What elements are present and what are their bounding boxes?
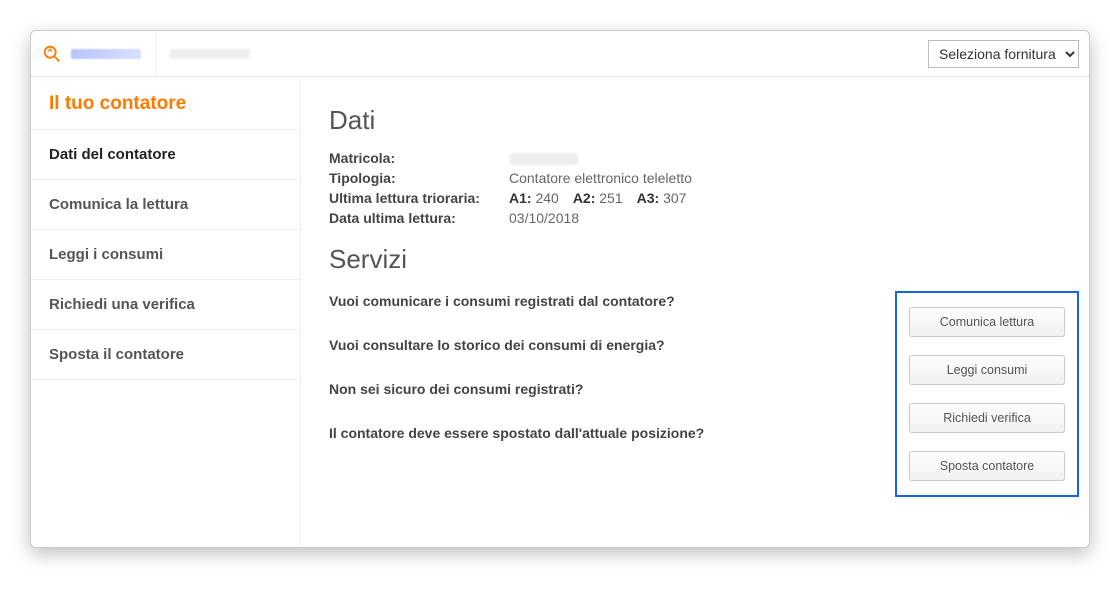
- a3-label: A3:: [637, 190, 660, 206]
- label-ultima-lettura: Ultima lettura trioraria:: [329, 190, 509, 206]
- a2-label: A2:: [573, 190, 596, 206]
- section-heading-dati: Dati: [329, 105, 1061, 136]
- a1-label: A1:: [509, 190, 532, 206]
- bulb-search-icon: [41, 43, 63, 65]
- comunica-lettura-button[interactable]: Comunica lettura: [909, 307, 1065, 337]
- label-data-ultima: Data ultima lettura:: [329, 210, 509, 226]
- sidebar-item-label: Sposta il contatore: [49, 346, 184, 363]
- sidebar-item-comunica-lettura[interactable]: Comunica la lettura: [31, 180, 300, 230]
- value-matricola: [509, 150, 1061, 166]
- supply-select[interactable]: Seleziona fornitura: [928, 40, 1079, 68]
- a2-value: 251: [599, 190, 622, 206]
- richiedi-verifica-button[interactable]: Richiedi verifica: [909, 403, 1065, 433]
- meter-data-grid: Matricola: Tipologia: Contatore elettron…: [329, 150, 1061, 226]
- logo-text-placeholder: [71, 49, 141, 59]
- sposta-contatore-button[interactable]: Sposta contatore: [909, 451, 1065, 481]
- matricola-placeholder: [509, 153, 579, 165]
- sidebar-item-label: Dati del contatore: [49, 146, 176, 163]
- topbar: Seleziona fornitura: [31, 31, 1089, 77]
- sidebar-item-dati-contatore[interactable]: Dati del contatore: [31, 130, 300, 180]
- sidebar: Il tuo contatore Dati del contatore Comu…: [31, 77, 301, 547]
- a3-value: 307: [663, 190, 686, 206]
- value-tipologia: Contatore elettronico teleletto: [509, 170, 1061, 186]
- app-window: Seleziona fornitura Il tuo contatore Dat…: [30, 30, 1090, 548]
- main-content: Dati Matricola: Tipologia: Contatore ele…: [301, 77, 1089, 547]
- sidebar-title: Il tuo contatore: [31, 77, 300, 130]
- topbar-divider: [155, 31, 156, 77]
- section-heading-servizi: Servizi: [329, 244, 1061, 275]
- label-matricola: Matricola:: [329, 150, 509, 166]
- value-data-ultima: 03/10/2018: [509, 210, 1061, 226]
- actions-highlight-box: Comunica lettura Leggi consumi Richiedi …: [895, 291, 1079, 497]
- label-tipologia: Tipologia:: [329, 170, 509, 186]
- sidebar-item-sposta-contatore[interactable]: Sposta il contatore: [31, 330, 300, 380]
- body: Il tuo contatore Dati del contatore Comu…: [31, 77, 1089, 547]
- sidebar-item-label: Richiedi una verifica: [49, 296, 195, 313]
- sidebar-item-richiedi-verifica[interactable]: Richiedi una verifica: [31, 280, 300, 330]
- leggi-consumi-button[interactable]: Leggi consumi: [909, 355, 1065, 385]
- sidebar-item-label: Comunica la lettura: [49, 196, 188, 213]
- sidebar-item-leggi-consumi[interactable]: Leggi i consumi: [31, 230, 300, 280]
- value-trioraria: A1: 240 A2: 251 A3: 307: [509, 190, 1061, 206]
- sidebar-item-label: Leggi i consumi: [49, 246, 163, 263]
- a1-value: 240: [535, 190, 558, 206]
- greeting-placeholder: [170, 49, 250, 59]
